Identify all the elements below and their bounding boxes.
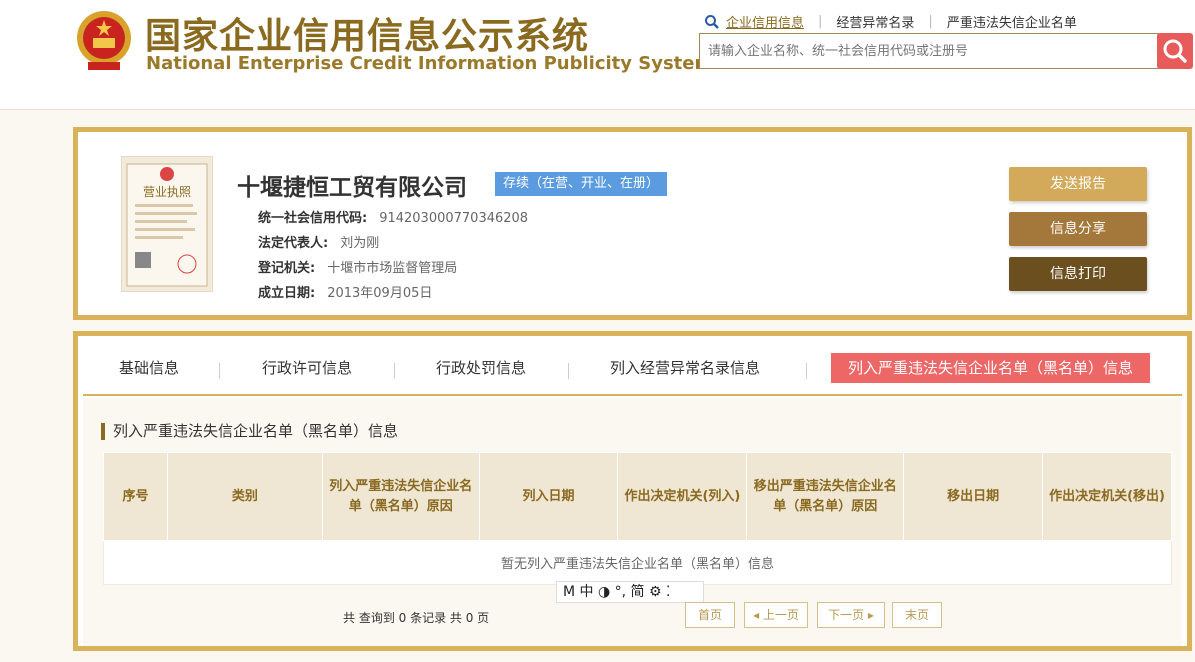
magnifier-icon xyxy=(705,14,719,29)
search-box xyxy=(699,33,1159,69)
column-header: 类别 xyxy=(166,452,323,541)
info-value: 刘为刚 xyxy=(340,236,380,251)
info-label: 成立日期: xyxy=(258,286,316,301)
search-button[interactable] xyxy=(1157,33,1193,69)
link-blacklist[interactable]: 严重违法失信企业名单 xyxy=(947,12,1077,31)
tab-content: 列入严重违法失信企业名单（黑名单）信息 序号 类别 列入严重违法失信企业名单（黑… xyxy=(83,398,1182,646)
last-page-button[interactable]: 末页 xyxy=(892,602,942,628)
search-input[interactable] xyxy=(700,34,1158,68)
info-panel: 基础信息 行政许可信息 行政处罚信息 列入经营异常名录信息 列入严重违法失信企业… xyxy=(73,331,1192,651)
info-value: 十堰市市场监督管理局 xyxy=(327,261,458,276)
info-value: 2013年09月05日 xyxy=(327,286,433,301)
column-header: 作出决定机关(列入) xyxy=(617,452,748,541)
prev-page-button[interactable]: ◂ 上一页 xyxy=(744,602,808,628)
first-page-button[interactable]: 首页 xyxy=(685,602,735,628)
tab-separator xyxy=(568,363,569,379)
tab-separator xyxy=(219,363,220,379)
link-enterprise-credit[interactable]: 企业信用信息 xyxy=(726,12,804,31)
tab-basic-info[interactable]: 基础信息 xyxy=(119,353,179,383)
ime-toolbar[interactable]: M 中 ◑ °, 简 ⚙ ⁚ xyxy=(556,581,704,603)
column-header: 作出决定机关(移出) xyxy=(1042,452,1172,541)
top-links: 企业信用信息 | 经营异常名录 | 严重违法失信企业名单 xyxy=(704,12,1077,31)
column-header: 列入日期 xyxy=(478,452,619,541)
tab-admin-license[interactable]: 行政许可信息 xyxy=(262,353,352,383)
site-header: 国家企业信用信息公示系统 National Enterprise Credit … xyxy=(0,0,1195,110)
site-title: 国家企业信用信息公示系统 xyxy=(145,16,590,57)
tab-abnormal-list[interactable]: 列入经营异常名录信息 xyxy=(610,353,760,383)
license-title: 营业执照 xyxy=(143,185,191,199)
send-report-button[interactable]: 发送报告 xyxy=(1009,167,1147,201)
info-label: 法定代表人: xyxy=(258,236,329,251)
tab-admin-penalty[interactable]: 行政处罚信息 xyxy=(436,353,526,383)
company-card: 营业执照 十堰捷恒工贸有限公司 存续（在营、开业、在册） 统一社会信用代码: 91… xyxy=(73,127,1192,320)
section-title: 列入严重违法失信企业名单（黑名单）信息 xyxy=(101,423,398,440)
site-subtitle: National Enterprise Credit Information P… xyxy=(146,53,714,74)
info-label: 登记机关: xyxy=(258,261,316,276)
tab-separator xyxy=(806,363,807,379)
info-established-date: 成立日期: 2013年09月05日 xyxy=(258,282,432,301)
link-separator: | xyxy=(818,14,823,29)
info-value: 914203000770346208 xyxy=(379,211,529,226)
pagination-info: 共 查询到 0 条记录 共 0 页 xyxy=(343,611,490,625)
next-page-button[interactable]: 下一页 ▸ xyxy=(817,602,885,628)
column-header: 列入严重违法失信企业名单（黑名单）原因 xyxy=(321,452,480,541)
tab-bar: 基础信息 行政许可信息 行政处罚信息 列入经营异常名录信息 列入严重违法失信企业… xyxy=(83,341,1182,396)
share-info-button[interactable]: 信息分享 xyxy=(1009,212,1147,246)
info-label: 统一社会信用代码: xyxy=(258,211,368,226)
blacklist-table: 序号 类别 列入严重违法失信企业名单（黑名单）原因 列入日期 作出决定机关(列入… xyxy=(103,452,1172,585)
empty-message: 暂无列入严重违法失信企业名单（黑名单）信息 xyxy=(103,540,1172,585)
info-legal-rep: 法定代表人: 刘为刚 xyxy=(258,232,379,251)
info-credit-code: 统一社会信用代码: 914203000770346208 xyxy=(258,207,528,226)
column-header: 移出严重违法失信企业名单（黑名单）原因 xyxy=(746,452,905,541)
info-registration-authority: 登记机关: 十堰市市场监督管理局 xyxy=(258,257,457,276)
tab-separator xyxy=(394,363,395,379)
table-row: 暂无列入严重违法失信企业名单（黑名单）信息 xyxy=(103,540,1172,585)
table-header-row: 序号 类别 列入严重违法失信企业名单（黑名单）原因 列入日期 作出决定机关(列入… xyxy=(103,452,1172,541)
status-badge: 存续（在营、开业、在册） xyxy=(495,172,668,196)
national-emblem-icon xyxy=(77,11,131,70)
link-separator: | xyxy=(928,14,933,29)
tab-blacklist[interactable]: 列入严重违法失信企业名单（黑名单）信息 xyxy=(831,353,1151,383)
print-info-button[interactable]: 信息打印 xyxy=(1009,257,1147,291)
link-abnormal-list[interactable]: 经营异常名录 xyxy=(836,12,914,31)
business-license-icon: 营业执照 xyxy=(121,156,213,292)
search-icon xyxy=(1163,39,1187,63)
column-header: 移出日期 xyxy=(903,452,1044,541)
column-header: 序号 xyxy=(103,452,168,541)
company-name: 十堰捷恒工贸有限公司 xyxy=(237,175,467,201)
